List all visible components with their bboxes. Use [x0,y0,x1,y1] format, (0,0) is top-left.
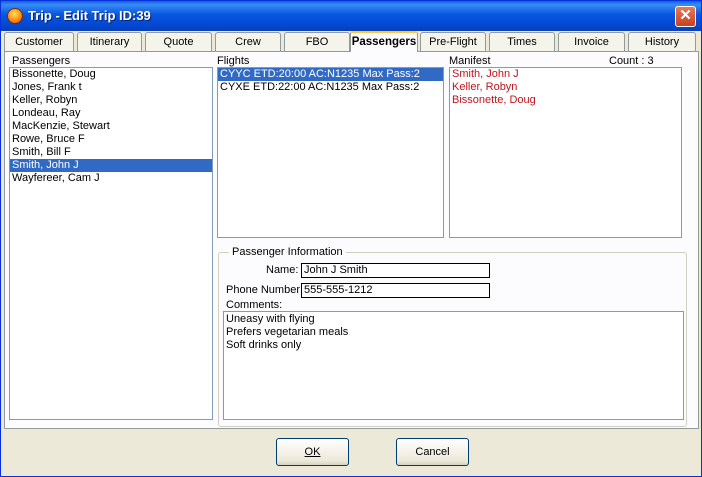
passenger-list-item[interactable]: Smith, John J [10,159,212,172]
passenger-list-item[interactable]: Rowe, Bruce F [10,133,212,146]
window-title: Trip - Edit Trip ID:39 [28,8,151,23]
cancel-button-label: Cancel [415,446,450,458]
passenger-list-item[interactable]: Jones, Frank t [10,81,212,94]
passenger-information-group: Passenger Information Name: John J Smith… [218,246,687,427]
passenger-list-item[interactable]: Bissonette, Doug [10,68,212,81]
passenger-list-item[interactable]: Londeau, Ray [10,107,212,120]
tab-quote[interactable]: Quote [145,32,212,51]
comment-line: Soft drinks only [226,339,302,351]
passengers-label: Passengers [12,55,71,67]
tab-passengers[interactable]: Passengers [350,31,418,52]
passengers-tab-panel: Passengers Bissonette, Doug Jones, Frank … [4,51,699,429]
tab-pre-flight[interactable]: Pre-Flight [420,32,486,51]
dialog-window: Trip - Edit Trip ID:39 ✕ Customer Itiner… [0,0,702,477]
comments-label: Comments: [226,299,283,311]
tab-fbo[interactable]: FBO [284,32,350,51]
flights-list[interactable]: CYYC ETD:20:00 AC:N1235 Max Pass:2 CYXE E… [217,67,444,238]
manifest-count: Count : 3 [609,55,654,67]
passenger-list-item[interactable]: Smith, Bill F [10,146,212,159]
tab-strip: Customer Itinerary Quote Crew FBO Passen… [4,31,700,52]
manifest-label: Manifest [449,55,491,67]
ok-button-label: OK [304,446,321,458]
manifest-list-item[interactable]: Keller, Robyn [450,81,681,94]
cancel-button[interactable]: Cancel [396,438,469,466]
flights-label: Flights [217,55,250,67]
passengers-list[interactable]: Bissonette, Doug Jones, Frank t Keller, Ro… [9,67,213,420]
manifest-list-item[interactable]: Bissonette, Doug [450,94,681,107]
comment-line: Uneasy with flying [226,313,315,325]
tab-invoice[interactable]: Invoice [558,32,625,51]
title-bar[interactable]: Trip - Edit Trip ID:39 ✕ [1,1,701,31]
tab-customer[interactable]: Customer [4,32,74,51]
phone-number-field[interactable]: 555-555-1212 [301,283,490,298]
passenger-list-item[interactable]: MacKenzie, Stewart [10,120,212,133]
comments-textarea[interactable]: Uneasy with flying Prefers vegetarian mea… [223,311,684,420]
flight-list-item[interactable]: CYYC ETD:20:00 AC:N1235 Max Pass:2 [218,68,443,81]
tab-itinerary[interactable]: Itinerary [77,32,142,51]
passenger-list-item[interactable]: Keller, Robyn [10,94,212,107]
name-label: Name: [266,264,299,276]
tab-history[interactable]: History [628,32,696,51]
passenger-list-item[interactable]: Wayfereer, Cam J [10,172,212,185]
comment-line: Prefers vegetarian meals [226,326,349,338]
manifest-list-item[interactable]: Smith, John J [450,68,681,81]
app-icon [7,8,23,24]
tab-times[interactable]: Times [489,32,555,51]
phone-number-label: Phone Number: [226,284,304,296]
ok-button[interactable]: OK [276,438,349,466]
name-field[interactable]: John J Smith [301,263,490,278]
close-icon[interactable]: ✕ [675,6,696,27]
tab-crew[interactable]: Crew [215,32,281,51]
manifest-list[interactable]: Smith, John J Keller, Robyn Bissonette, Do… [449,67,682,238]
flight-list-item[interactable]: CYXE ETD:22:00 AC:N1235 Max Pass:2 [218,81,443,94]
passenger-information-legend: Passenger Information [229,246,346,258]
